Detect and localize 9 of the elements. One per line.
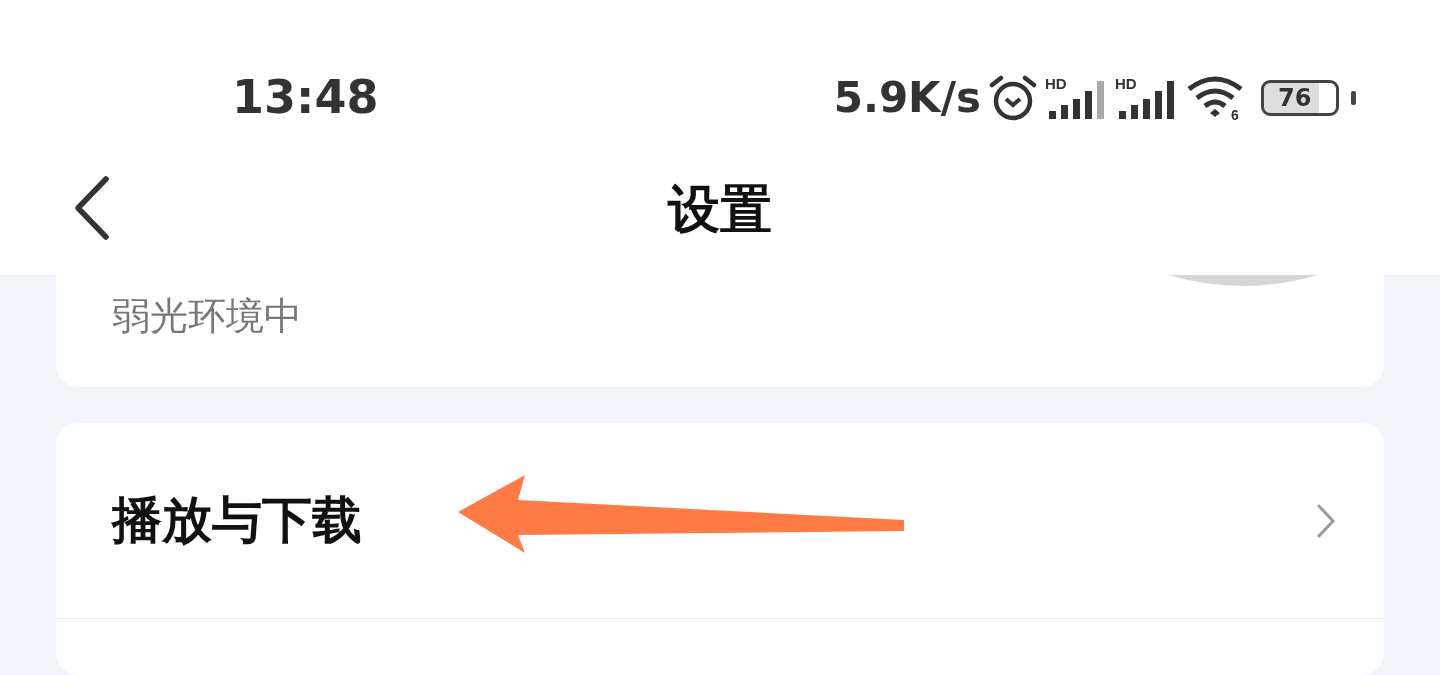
setting-description: 弱光环境中 <box>112 293 302 340</box>
page-title: 设置 <box>668 183 772 235</box>
network-speed: 5.9K/s <box>833 72 981 124</box>
clock-time: 13:48 <box>232 69 379 126</box>
back-button[interactable] <box>72 175 112 241</box>
battery-indicator: 76 <box>1261 79 1356 116</box>
item-label: 播放与下载 <box>112 490 362 551</box>
alarm-icon <box>989 74 1037 121</box>
chevron-icon <box>1316 502 1336 539</box>
